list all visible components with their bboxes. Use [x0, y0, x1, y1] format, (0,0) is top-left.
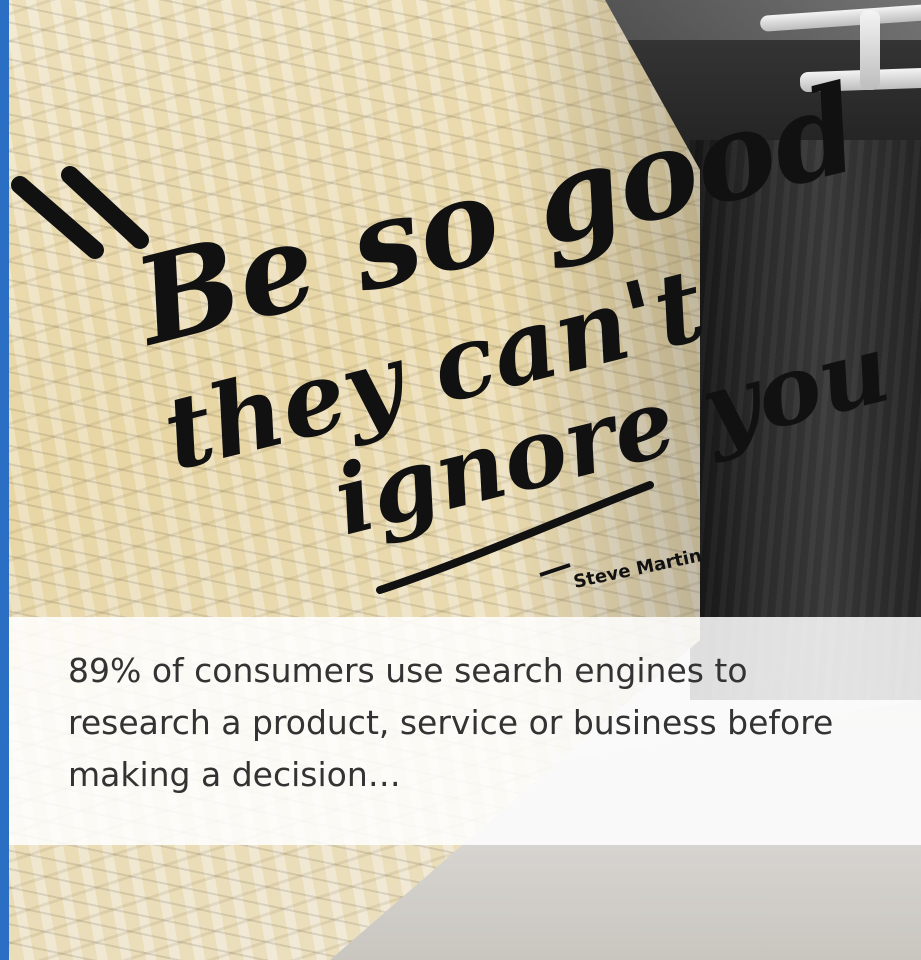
wood-grain — [690, 140, 921, 700]
ceiling-pipe — [860, 10, 880, 90]
accent-bar — [0, 0, 9, 960]
photo-scene: Be so good they can't ignore you Steve M… — [0, 0, 921, 960]
caption-overlay: 89% of consumers use search engines to r… — [9, 617, 921, 845]
caption-text: 89% of consumers use search engines to r… — [68, 651, 834, 794]
